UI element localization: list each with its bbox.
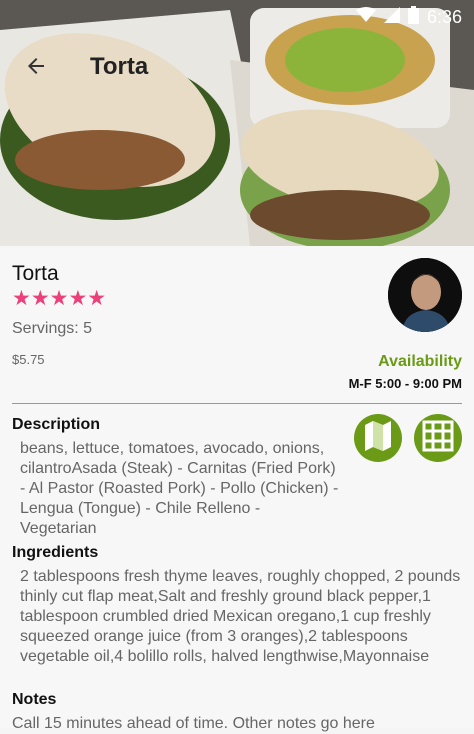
back-button[interactable] xyxy=(16,48,56,88)
arrow-back-icon xyxy=(24,54,48,83)
notes-text: Call 15 minutes ahead of time. Other not… xyxy=(12,715,375,732)
divider xyxy=(12,403,462,404)
map-button[interactable] xyxy=(354,414,402,462)
status-bar: 6:36 xyxy=(0,0,474,34)
status-time: 6:36 xyxy=(426,7,462,27)
avatar[interactable] xyxy=(388,258,462,332)
hero-image xyxy=(0,0,474,246)
map-icon xyxy=(361,419,395,458)
rating-stars: ★★★★★ xyxy=(12,287,107,310)
price-text: $5.75 xyxy=(12,352,45,367)
availability-hours: M-F 5:00 - 9:00 PM xyxy=(348,376,462,391)
avatar-photo xyxy=(388,258,462,332)
wifi-icon xyxy=(355,7,376,28)
description-text: beans, lettuce, tomatoes, avocado, onion… xyxy=(20,440,339,537)
battery-icon xyxy=(407,6,419,29)
availability-label: Availability xyxy=(378,353,462,370)
servings-text: Servings: 5 xyxy=(12,320,93,337)
grid-icon xyxy=(421,419,455,458)
ingredients-text: 2 tablespoons fresh thyme leaves, roughl… xyxy=(20,568,461,665)
description-heading: Description xyxy=(12,416,101,433)
notes-heading: Notes xyxy=(12,691,57,708)
toolbar: Torta xyxy=(0,40,474,96)
food-photo xyxy=(0,0,474,246)
item-name: Torta xyxy=(12,262,59,285)
signal-icon xyxy=(383,7,400,28)
item-details: Torta ★★★★★ Servings: 5 $5.75 Availabili… xyxy=(0,246,474,732)
grid-button[interactable] xyxy=(414,414,462,462)
ingredients-heading: Ingredients xyxy=(12,544,99,561)
toolbar-title: Torta xyxy=(90,53,149,80)
